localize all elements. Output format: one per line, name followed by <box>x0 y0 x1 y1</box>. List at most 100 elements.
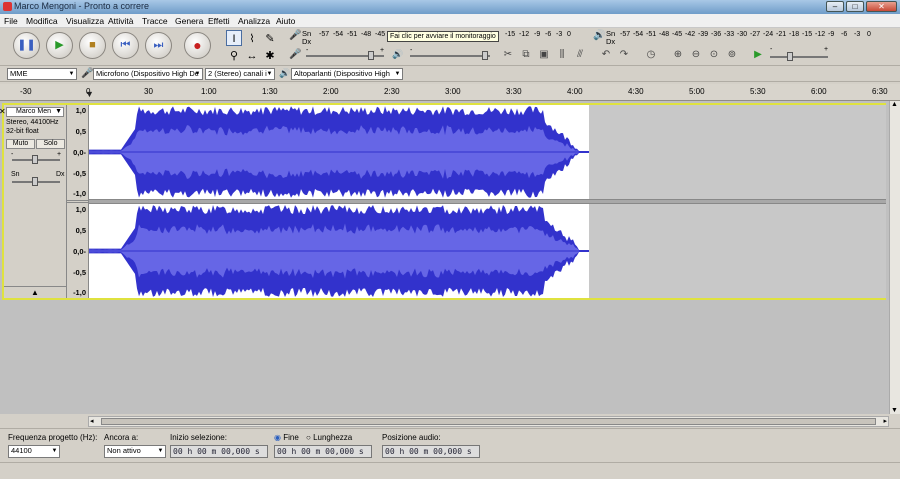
pause-button[interactable]: ❚❚ <box>13 32 40 59</box>
zoom-out-button[interactable]: ⊖ <box>688 47 704 63</box>
end-radio[interactable]: ◉ Fine <box>274 433 299 442</box>
play-tick: -51 <box>646 31 657 38</box>
menu-aiuto[interactable]: Aiuto <box>276 16 295 26</box>
scroll-right-icon[interactable]: ▸ <box>883 417 887 425</box>
timeline-ruler[interactable]: -30 0 30 1:00 1:30 2:00 2:30 3:00 3:30 4… <box>0 84 900 101</box>
ruler-label: 3:30 <box>506 87 522 96</box>
menu-bar: File Modifica Visualizza Attività Tracce… <box>0 14 900 28</box>
track-bitdepth-info: 32-bit float <box>6 128 39 135</box>
vertical-scrollbar[interactable]: ▲ ▼ <box>889 101 900 414</box>
scroll-up-icon[interactable]: ▲ <box>891 101 898 108</box>
zoom-out-icon: ⊖ <box>691 49 701 60</box>
length-radio[interactable]: ○ Lunghezza <box>306 433 352 442</box>
output-volume-slider[interactable] <box>410 55 490 57</box>
playback-device-select[interactable]: Altoparlanti (Dispositivo High ▼ <box>291 68 403 80</box>
pan-right-label: Dx <box>56 171 65 178</box>
draw-tool[interactable]: ✎ <box>262 30 278 46</box>
selection-start-field[interactable]: 00 h 00 m 00,000 s <box>170 445 268 458</box>
audio-position-field[interactable]: 00 h 00 m 00,000 s <box>382 445 480 458</box>
record-meter[interactable]: -57 -54 -51 -48 -45 <box>315 31 385 40</box>
silence-button[interactable]: ⫻ <box>572 47 588 63</box>
menu-attivita[interactable]: Attività <box>108 16 134 26</box>
undo-button[interactable]: ↶ <box>598 47 614 63</box>
rec-tick: -54 <box>333 31 344 38</box>
menu-tracce[interactable]: Tracce <box>142 16 168 26</box>
record-button[interactable]: ● <box>184 32 211 59</box>
snap-to-value: Non attivo <box>107 446 141 455</box>
copy-button[interactable]: ⧉ <box>518 47 534 63</box>
play-speed-knob[interactable] <box>787 52 793 61</box>
channels-select[interactable]: 2 (Stereo) canali i ▼ <box>205 68 275 80</box>
skip-end-icon: ⏭ <box>153 39 164 51</box>
play-speed-slider[interactable] <box>770 56 828 58</box>
minimize-button[interactable]: – <box>826 1 844 12</box>
menu-modifica[interactable]: Modifica <box>26 16 58 26</box>
gain-knob[interactable] <box>32 155 38 164</box>
selection-end-field[interactable]: 00 h 00 m 00,000 s <box>274 445 372 458</box>
rec-tick: -6 <box>545 31 552 38</box>
horizontal-scroll-thumb[interactable] <box>101 418 876 425</box>
scroll-left-icon[interactable]: ◂ <box>90 417 94 425</box>
recording-device-select[interactable]: Microfono (Dispositivo High De ▼ <box>93 68 203 80</box>
menu-visualizza[interactable]: Visualizza <box>66 16 104 26</box>
multi-tool[interactable]: ✱ <box>262 47 278 63</box>
track-name-menu[interactable]: ✕ Marco Men ▼ <box>0 107 64 117</box>
fit-project-button[interactable]: ⊚ <box>724 47 740 63</box>
gain-minus-label: - <box>11 151 14 158</box>
menu-effetti[interactable]: Effetti <box>208 16 230 26</box>
solo-button[interactable]: Solo <box>36 139 65 149</box>
waveform-right <box>89 204 589 298</box>
track-area[interactable]: ✕ Marco Men ▼ Stereo, 44100Hz 32-bit flo… <box>0 101 889 414</box>
play-tick: -3 <box>854 31 861 38</box>
project-rate-label: Frequenza progetto (Hz): <box>8 433 98 442</box>
waveform-left-channel[interactable] <box>89 105 886 199</box>
audio-track[interactable]: ✕ Marco Men ▼ Stereo, 44100Hz 32-bit flo… <box>0 103 886 300</box>
chevron-down-icon: ▼ <box>68 71 75 77</box>
ruler-label: 5:30 <box>750 87 766 96</box>
zoom-in-button[interactable]: ⊕ <box>670 47 686 63</box>
horizontal-scrollbar[interactable]: ◂ ▸ <box>88 416 889 427</box>
fit-selection-button[interactable]: ⊙ <box>706 47 722 63</box>
project-rate-select[interactable]: 44100 ▼ <box>8 445 60 458</box>
ruler-label: 30 <box>144 87 153 96</box>
timeshift-tool[interactable]: ↔ <box>244 47 260 63</box>
length-option-label: Lunghezza <box>313 433 353 442</box>
play-button[interactable]: ▶ <box>46 32 73 59</box>
paste-button[interactable]: ▣ <box>536 47 552 63</box>
skip-end-button[interactable]: ⏭ <box>145 32 172 59</box>
title-bar: Marco Mengoni - Pronto a correre – □ ✕ <box>0 0 900 14</box>
envelope-tool[interactable]: ⌇ <box>244 30 260 46</box>
pan-knob[interactable] <box>32 177 38 186</box>
sync-lock-button[interactable]: ◷ <box>643 47 659 63</box>
play-icon: ▶ <box>55 39 64 51</box>
ruler-label: 6:30 <box>872 87 888 96</box>
audio-host-select[interactable]: MME ▼ <box>7 68 77 80</box>
close-button[interactable]: ✕ <box>866 1 897 12</box>
maximize-button[interactable]: □ <box>846 1 864 12</box>
selection-tool[interactable]: I <box>226 30 242 46</box>
play-tick: -24 <box>763 31 774 38</box>
cut-button[interactable]: ✂ <box>500 47 516 63</box>
waveform-right-channel[interactable] <box>89 204 886 298</box>
fit-project-icon: ⊚ <box>727 49 737 60</box>
skip-start-button[interactable]: ⏮ <box>112 32 139 59</box>
stop-button[interactable]: ■ <box>79 32 106 59</box>
menu-analizza[interactable]: Analizza <box>238 16 270 26</box>
output-volume-knob[interactable] <box>482 51 488 60</box>
play-at-speed-button[interactable]: ▶ <box>750 47 766 63</box>
mic-volume-knob[interactable] <box>368 51 374 60</box>
trim-button[interactable]: ⫼ <box>554 47 570 63</box>
mute-button[interactable]: Muto <box>6 139 35 149</box>
record-meter-tail[interactable]: -15 -12 -9 -6 -3 0 <box>503 31 579 41</box>
collapse-track-button[interactable]: ▲ <box>4 286 66 298</box>
zoom-tool[interactable]: ⚲ <box>226 47 242 63</box>
project-rate-value: 44100 <box>11 446 32 455</box>
menu-genera[interactable]: Genera <box>175 16 203 26</box>
snap-to-select[interactable]: Non attivo ▼ <box>104 445 166 458</box>
mic-volume-icon: 🎤 <box>289 49 302 60</box>
close-icon[interactable]: ✕ <box>0 108 6 116</box>
redo-button[interactable]: ↷ <box>616 47 632 63</box>
scroll-down-icon[interactable]: ▼ <box>891 407 898 414</box>
playback-meter[interactable]: -57 -54 -51 -48 -45 -42 -39 -36 -33 -30 -27 -24 -21-… <box>620 31 882 41</box>
menu-file[interactable]: File <box>4 16 18 26</box>
